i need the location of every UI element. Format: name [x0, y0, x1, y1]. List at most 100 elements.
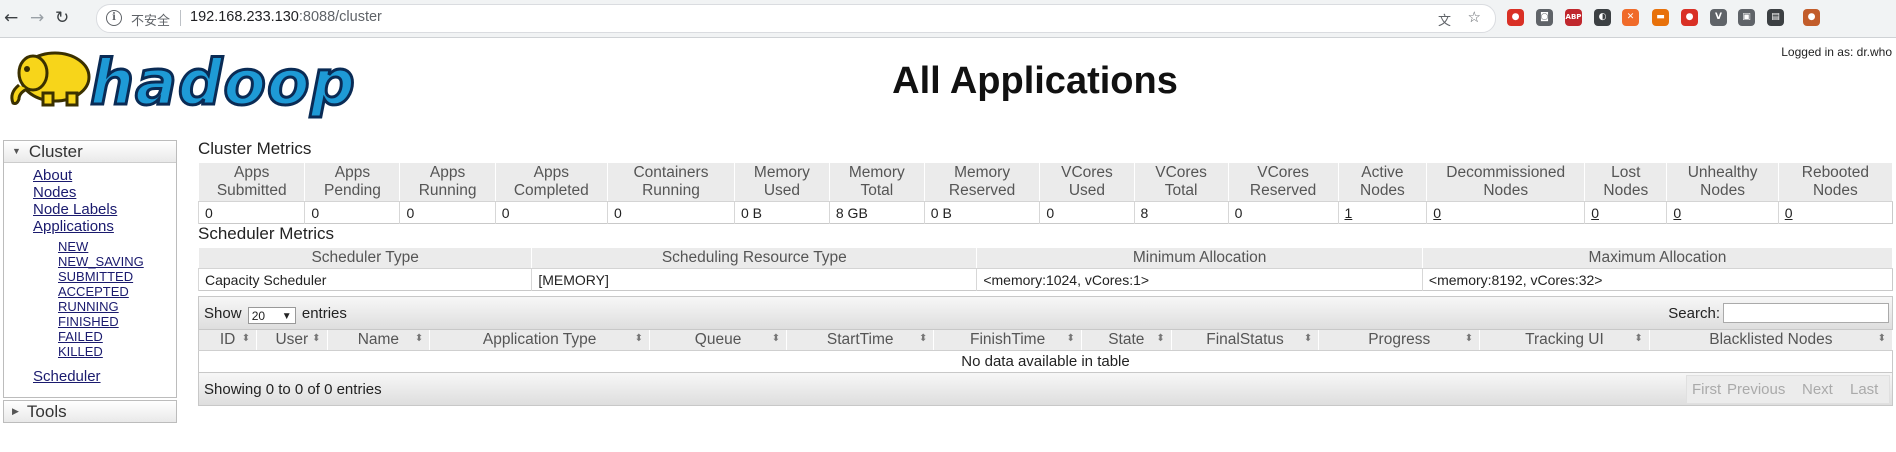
scheduler-value: Capacity Scheduler	[197, 268, 532, 291]
pager-first-button[interactable]: First	[1692, 381, 1721, 398]
adblock-plus-icon[interactable]: ABP	[1565, 9, 1582, 26]
entries-label: entries	[301, 305, 347, 322]
column-header-tracking-ui[interactable]: Tracking UI ⬍	[1479, 330, 1650, 351]
cluster-nav-panel: ▼ Cluster About Nodes Node Labels Applicatio…	[3, 140, 177, 398]
applications-table: ID ⬍ User ⬍ Name ⬍ Application Type ⬍ Queue ⬍ Star…	[198, 330, 1894, 372]
main-content: Cluster Metrics Apps Submitted Apps Pending…	[197, 139, 1894, 406]
table-footer: Showing 0 to 0 of 0 entries First Previou…	[198, 372, 1893, 406]
metric-link[interactable]: 0	[1591, 205, 1599, 221]
metric-header: VCores Reserved	[1227, 162, 1339, 202]
sort-icon: ⬍	[241, 333, 251, 344]
metric-value: 0 B	[923, 201, 1040, 224]
nav-nodes[interactable]: Nodes	[4, 184, 176, 201]
pager-next-button[interactable]: Next	[1802, 381, 1833, 398]
metric-link[interactable]: 0	[1785, 205, 1793, 221]
star-icon[interactable]: ☆	[1468, 8, 1481, 26]
page-size-select[interactable]: 20 ▼	[247, 307, 296, 324]
metric-value: 0	[1584, 201, 1667, 224]
scheduler-value: <memory:8192, vCores:32>	[1421, 268, 1893, 291]
metric-link[interactable]: 0	[1433, 205, 1441, 221]
scheduler-header: Minimum Allocation	[976, 247, 1423, 269]
empty-table-message: No data available in table	[961, 353, 1130, 370]
metric-value: 0	[1227, 201, 1339, 224]
cluster-metrics-table: Apps Submitted Apps Pending Apps Running Apps C…	[197, 162, 1894, 224]
ext-gray-icon[interactable]: ◙	[1536, 9, 1553, 26]
cluster-nav-header[interactable]: ▼ Cluster	[4, 141, 176, 163]
nav-about[interactable]: About	[4, 167, 176, 184]
metric-header: Decommissioned Nodes	[1426, 162, 1586, 202]
ext-v-icon[interactable]: V	[1710, 9, 1727, 26]
sort-icon: ⬍	[918, 333, 928, 344]
page-length-control: Show 20 ▼ entries	[204, 305, 347, 324]
nav-scheduler[interactable]: Scheduler	[4, 368, 176, 385]
ext-orange-icon[interactable]: ✕	[1622, 9, 1639, 26]
metric-value: 1	[1337, 201, 1427, 224]
metric-value: 0	[197, 201, 305, 224]
metric-value: 8	[1133, 201, 1229, 224]
nav-state-failed[interactable]: FAILED	[4, 329, 176, 344]
location-pin-icon[interactable]: ●	[1681, 9, 1698, 26]
metric-value: 0	[1666, 201, 1779, 224]
column-header-finishtime[interactable]: FinishTime ⬍	[933, 330, 1082, 351]
column-header-starttime[interactable]: StartTime ⬍	[786, 330, 935, 351]
browser-toolbar: ← → ↻ i 不安全 192.168.233.130:8088/cluster…	[0, 0, 1896, 38]
ext-circle-icon[interactable]: ◐	[1594, 9, 1611, 26]
metric-header: Containers Running	[606, 162, 735, 202]
metric-link[interactable]: 1	[1345, 205, 1353, 221]
nav-node-labels[interactable]: Node Labels	[4, 201, 176, 218]
collapsed-triangle-icon: ▶	[12, 406, 19, 416]
nav-state-new[interactable]: NEW	[4, 239, 176, 254]
column-header-application-type[interactable]: Application Type ⬍	[429, 330, 651, 351]
page-title: All Applications	[892, 60, 1178, 102]
nav-state-running[interactable]: RUNNING	[4, 299, 176, 314]
sort-icon: ⬍	[1877, 333, 1886, 344]
ext-doc-icon[interactable]: ▤	[1767, 9, 1784, 26]
search-input[interactable]	[1723, 303, 1889, 323]
metric-value: 0	[304, 201, 400, 224]
nav-state-accepted[interactable]: ACCEPTED	[4, 284, 176, 299]
metric-value: 0	[399, 201, 496, 224]
nav-state-killed[interactable]: KILLED	[4, 344, 176, 359]
column-header-state[interactable]: State ⬍	[1081, 330, 1172, 351]
sort-icon: ⬍	[1303, 333, 1313, 344]
metric-header: Memory Reserved	[923, 162, 1041, 202]
ext-orange-bar-icon[interactable]: ▬	[1652, 9, 1669, 26]
cluster-label: Cluster	[28, 142, 83, 161]
search-label: Search:	[1668, 305, 1720, 322]
translate-icon[interactable]: 文	[1438, 10, 1451, 29]
column-header-id[interactable]: ID ⬍	[198, 330, 258, 351]
sort-icon: ⬍	[414, 333, 424, 344]
sort-icon: ⬍	[1464, 333, 1474, 344]
divider	[180, 10, 181, 26]
ext-box-icon[interactable]: ▣	[1738, 9, 1755, 26]
address-bar[interactable]: i 不安全 192.168.233.130:8088/cluster 文 ☆	[96, 4, 1496, 33]
sort-icon: ⬍	[1066, 333, 1075, 344]
column-header-finalstatus[interactable]: FinalStatus ⬍	[1171, 330, 1320, 351]
column-header-name[interactable]: Name ⬍	[327, 330, 431, 351]
sort-icon: ⬍	[1156, 333, 1165, 344]
info-icon[interactable]: i	[106, 10, 122, 26]
dropdown-arrow-icon: ▼	[281, 311, 292, 322]
security-label[interactable]: 不安全	[131, 10, 170, 29]
ext-red-icon[interactable]: ●	[1507, 9, 1524, 26]
nav-applications[interactable]: Applications	[4, 218, 176, 235]
metric-header: Lost Nodes	[1584, 162, 1668, 202]
column-header-progress[interactable]: Progress ⬍	[1318, 330, 1481, 351]
column-header-queue[interactable]: Queue ⬍	[649, 330, 788, 351]
metric-header: VCores Total	[1133, 162, 1229, 202]
column-header-blacklisted-nodes[interactable]: Blacklisted Nodes ⬍	[1649, 330, 1894, 351]
pager-previous-button[interactable]: Previous	[1727, 381, 1785, 398]
url-text[interactable]: 192.168.233.130:8088/cluster	[190, 9, 382, 25]
scheduler-metrics-table: Scheduler Type Scheduling Resource Type Mi…	[197, 247, 1894, 291]
metric-link[interactable]: 0	[1673, 205, 1681, 221]
nav-state-new-saving[interactable]: NEW_SAVING	[4, 254, 176, 269]
forward-icon[interactable]: →	[30, 7, 44, 29]
column-header-user[interactable]: User ⬍	[256, 330, 328, 351]
nav-state-finished[interactable]: FINISHED	[4, 314, 176, 329]
back-icon[interactable]: ←	[4, 7, 18, 29]
tools-nav-header[interactable]: ▶ Tools	[4, 401, 176, 422]
pager-last-button[interactable]: Last	[1850, 381, 1878, 398]
profile-avatar-icon[interactable]: ●	[1803, 9, 1820, 26]
reload-icon[interactable]: ↻	[55, 7, 69, 29]
nav-state-submitted[interactable]: SUBMITTED	[4, 269, 176, 284]
